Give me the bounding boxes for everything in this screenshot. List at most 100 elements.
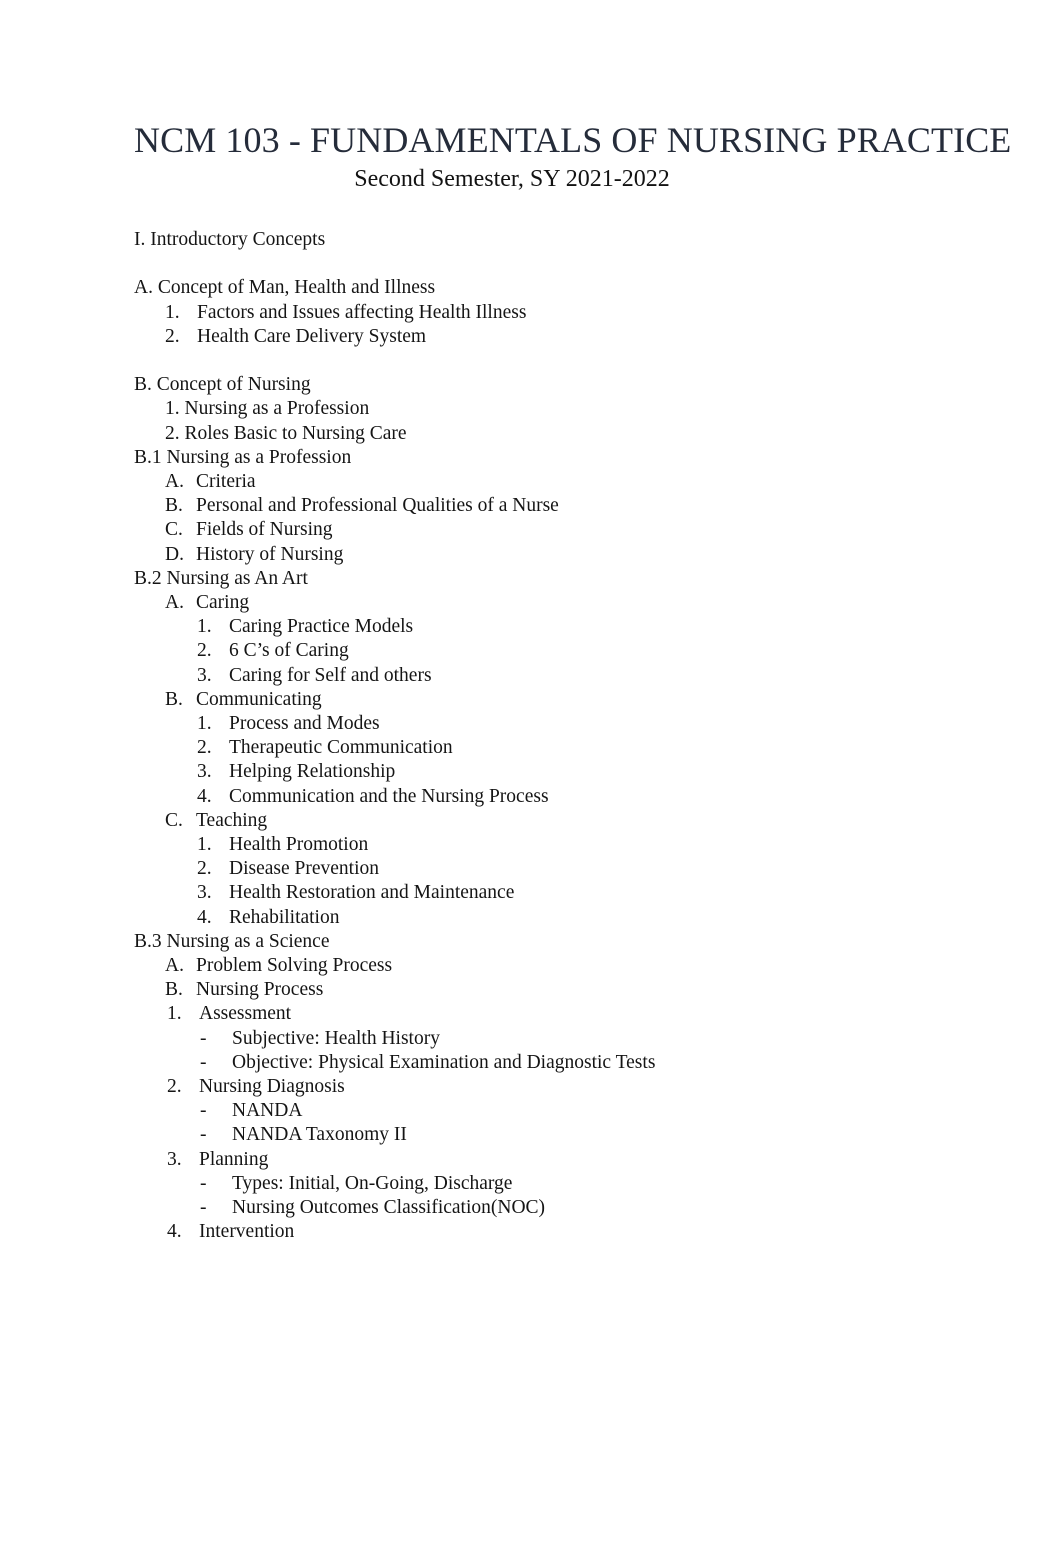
list-item: 3. Health Restoration and Maintenance <box>197 881 934 905</box>
list-item-label: Types: Initial, On-Going, Discharge <box>232 1172 513 1194</box>
list-item-label: Objective: Physical Examination and Diag… <box>232 1051 656 1073</box>
list-item-label: Assessment <box>199 1003 292 1025</box>
list-item: 2. Health Care Delivery System <box>165 325 934 349</box>
list-marker: 3. <box>197 882 212 904</box>
list-item-label: Roles Basic to Nursing Care <box>179 422 407 444</box>
outline-heading-b2: B.2 Nursing as An Art <box>134 567 308 589</box>
list-item-label: Helping Relationship <box>229 761 396 783</box>
list-marker: A. <box>165 471 184 492</box>
document-page: NCM 103 - FUNDAMENTALS OF NURSING PRACTI… <box>0 0 1062 1561</box>
list-item: A. Problem Solving Process <box>165 954 934 978</box>
outline-heading-b3: B.3 Nursing as a Science <box>134 930 330 952</box>
list-marker: C. <box>165 519 183 541</box>
list-item: 2. Nursing Diagnosis <box>167 1075 934 1099</box>
list-item: 4. Rehabilitation <box>197 906 934 930</box>
list-marker: 1. <box>197 713 212 735</box>
list-marker: 2. <box>197 858 212 880</box>
list-marker: A. <box>165 592 184 614</box>
list-marker: 2. <box>197 737 212 759</box>
list-item: - NANDA Taxonomy II <box>200 1123 934 1147</box>
list-item-label: NANDA Taxonomy II <box>232 1124 407 1146</box>
list-marker: 1. <box>167 1003 182 1025</box>
list-marker: 3. <box>167 1148 182 1170</box>
list-item: 4. Communication and the Nursing Process <box>197 785 934 809</box>
list-item: 2. 6 C’s of Caring <box>197 639 934 663</box>
list-item-label: Disease Prevention <box>229 858 380 880</box>
list-marker: 3. <box>197 664 212 686</box>
dash-bullet-marker: - <box>200 1051 207 1073</box>
list-item-label: Planning <box>199 1148 269 1170</box>
list-item: C. Fields of Nursing <box>165 518 934 542</box>
dash-bullet-marker: - <box>200 1172 207 1194</box>
list-item: 1. Caring Practice Models <box>197 615 934 639</box>
page-subtitle: Second Semester, SY 2021-2022 <box>354 166 670 192</box>
list-item: A. Caring <box>165 591 934 615</box>
list-item-label: Caring for Self and others <box>229 664 432 686</box>
list-marker: B. <box>165 688 183 710</box>
list-item: - Objective: Physical Examination and Dia… <box>200 1051 934 1075</box>
list-item: - Subjective: Health History <box>200 1027 934 1051</box>
outline-heading-b: B. Concept of Nursing <box>134 374 311 396</box>
list-item-label: Health Promotion <box>229 834 369 856</box>
list-item-label: Personal and Professional Qualities of a… <box>196 495 559 517</box>
list-item-label: Health Care Delivery System <box>197 325 427 347</box>
dash-bullet-marker: - <box>200 1197 207 1219</box>
list-item: - Nursing Outcomes Classification(NOC) <box>200 1196 934 1220</box>
outline-heading-a: A. Concept of Man, Health and Illness <box>134 277 436 299</box>
list-marker: B. <box>165 979 183 1001</box>
list-item: 1. Nursing as a Profession <box>165 397 934 421</box>
list-item: 3. Planning <box>167 1148 934 1172</box>
list-item-label: Caring Practice Models <box>229 616 414 638</box>
list-item-label: Problem Solving Process <box>196 955 393 977</box>
list-item: 3. Helping Relationship <box>197 760 934 784</box>
list-item: C. Teaching <box>165 809 934 833</box>
dash-bullet-marker: - <box>200 1027 207 1049</box>
list-item-label: Communicating <box>196 688 322 710</box>
list-marker: B. <box>165 495 183 517</box>
outline-heading-b1: B.1 Nursing as a Profession <box>134 446 352 468</box>
list-marker: 1. <box>197 834 212 856</box>
list-item-label: Factors and Issues affecting Health Illn… <box>197 301 527 323</box>
list-item: 1. Process and Modes <box>197 712 934 736</box>
outline-body: I. Introductory Concepts A. Concept of M… <box>134 228 934 1245</box>
list-marker: 4. <box>167 1221 182 1243</box>
list-item: A. Criteria <box>165 470 934 494</box>
list-item: 2. Therapeutic Communication <box>197 736 934 760</box>
list-item-label: Criteria <box>196 471 256 492</box>
list-marker: 2. <box>165 422 180 444</box>
dash-bullet-marker: - <box>200 1124 207 1146</box>
list-item: D. History of Nursing <box>165 543 934 567</box>
list-item-label: Communication and the Nursing Process <box>229 785 549 807</box>
list-item-label: Health Restoration and Maintenance <box>229 882 515 904</box>
list-marker: 1. <box>197 616 212 638</box>
list-item: 2. Disease Prevention <box>197 857 934 881</box>
list-item-label: History of Nursing <box>196 543 344 565</box>
list-item-label: Nursing Outcomes Classification(NOC) <box>232 1197 546 1219</box>
list-marker: 2. <box>167 1076 182 1098</box>
list-item-label: Fields of Nursing <box>196 519 333 541</box>
list-item: B. Nursing Process <box>165 978 934 1002</box>
list-item: B. Communicating <box>165 688 934 712</box>
list-marker: 4. <box>197 785 212 807</box>
page-title: NCM 103 - FUNDAMENTALS OF NURSING PRACTI… <box>134 120 1012 160</box>
list-item-label: Nursing as a Profession <box>179 398 370 420</box>
list-item-label: Rehabilitation <box>229 906 340 928</box>
list-item: - NANDA <box>200 1099 934 1123</box>
list-item-label: NANDA <box>232 1100 303 1122</box>
list-item-label: Caring <box>196 592 250 614</box>
list-item: 2. Roles Basic to Nursing Care <box>165 422 934 446</box>
dash-bullet-marker: - <box>200 1100 207 1122</box>
list-marker: 1. <box>165 398 180 420</box>
list-item: 1. Assessment <box>167 1002 934 1026</box>
section-heading: I. Introductory Concepts <box>134 229 326 250</box>
list-item: 4. Intervention <box>167 1220 934 1244</box>
list-item: B. Personal and Professional Qualities of… <box>165 494 934 518</box>
list-item-label: Nursing Diagnosis <box>199 1076 345 1098</box>
list-item-label: Therapeutic Communication <box>229 737 453 759</box>
list-marker: 2. <box>165 325 180 347</box>
list-marker: 3. <box>197 761 212 783</box>
list-item-label: Subjective: Health History <box>232 1027 440 1049</box>
list-item-label: 6 C’s of Caring <box>229 640 349 662</box>
